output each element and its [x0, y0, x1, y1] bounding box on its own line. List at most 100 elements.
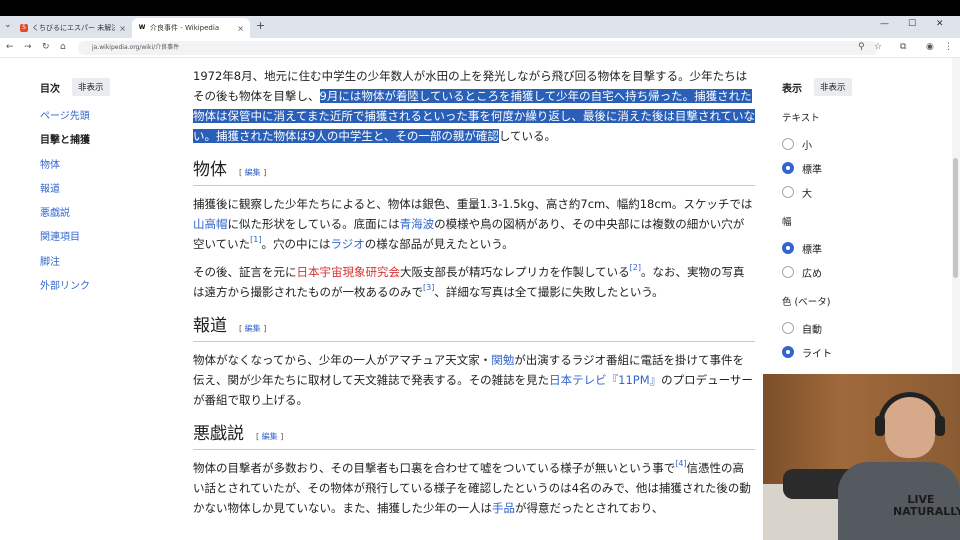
- back-icon[interactable]: ←: [6, 42, 14, 52]
- table-of-contents: 目次 非表示 ページ先頭 目撃と捕獲 物体 報道 悪戯説 関連項目 脚注 外部リ…: [40, 78, 170, 304]
- toc-item-report[interactable]: 報道: [40, 183, 170, 207]
- link-11pm[interactable]: 『11PM』: [607, 373, 662, 387]
- forward-icon[interactable]: →: [24, 42, 32, 52]
- browser-toolbar: ← → ↻ ⌂ ja.wikipedia.org/wiki/介良事件 ⚲ ☆ ⧉…: [0, 38, 960, 58]
- scrollbar-thumb[interactable]: [953, 158, 958, 278]
- color-light[interactable]: ライト: [782, 340, 902, 364]
- tab-2-title: 介良事件 - Wikipedia: [150, 24, 220, 32]
- appearance-panel: 表示 非表示 テキスト 小 標準 大 幅 標準 広め 色 (ベータ) 自動 ライ…: [782, 78, 902, 364]
- radio-checked-icon[interactable]: [782, 162, 794, 174]
- article-body: 1972年8月、地元に住む中学生の少年数人が水田の上を発光しながら飛び回る物体を…: [193, 66, 755, 526]
- width-label: 幅: [782, 217, 792, 228]
- toc-item-top[interactable]: ページ先頭: [40, 110, 170, 134]
- text: 、詳細な写真は全て撮影に失敗したという。: [434, 285, 664, 299]
- shirt-print: LIVE NATURALLY: [893, 493, 960, 518]
- edit-link[interactable]: [ 編集 ]: [239, 319, 266, 339]
- text: している。: [498, 129, 557, 143]
- radio-icon[interactable]: [782, 266, 794, 278]
- appearance-title: 表示: [782, 83, 802, 95]
- radio-checked-icon[interactable]: [782, 346, 794, 358]
- text-size-small[interactable]: 小: [782, 132, 902, 156]
- tab-strip: ⌄ 5 くちびるにエスパー 未解決事件ファイル × W 介良事件 - Wikip…: [0, 16, 960, 38]
- address-bar[interactable]: ja.wikipedia.org/wiki/介良事件: [78, 41, 878, 55]
- appearance-hide-button[interactable]: 非表示: [814, 78, 852, 96]
- link-aomi[interactable]: 青海波: [400, 217, 435, 231]
- text-size-large[interactable]: 大: [782, 180, 902, 204]
- link-jsps[interactable]: 日本宇宙現象研究会: [297, 265, 401, 279]
- toc-item-related[interactable]: 関連項目: [40, 231, 170, 255]
- window-close-icon[interactable]: ✕: [936, 19, 944, 29]
- edit-link[interactable]: [ 編集 ]: [256, 427, 283, 447]
- ref-4[interactable]: [4]: [675, 459, 686, 468]
- text: 大阪支部長が精巧なレプリカを作製している: [400, 265, 630, 279]
- edit-link[interactable]: [ 編集 ]: [239, 163, 266, 183]
- zoom-icon[interactable]: ⚲: [858, 42, 865, 52]
- toc-hide-button[interactable]: 非表示: [72, 78, 110, 96]
- paragraph-object-1: 捕獲後に観察した少年たちによると、物体は銀色、重量1.3-1.5kg、高さ約7c…: [193, 194, 755, 254]
- tab-list-icon[interactable]: ⌄: [4, 20, 12, 30]
- width-wide[interactable]: 広め: [782, 260, 902, 284]
- tab-1[interactable]: 5 くちびるにエスパー 未解決事件ファイル ×: [14, 18, 132, 38]
- toc-item-hoax[interactable]: 悪戯説: [40, 207, 170, 231]
- minimize-icon[interactable]: —: [880, 19, 889, 29]
- paragraph-object-2: その後、証言を元に日本宇宙現象研究会大阪支部長が精巧なレプリカを作製している[2…: [193, 262, 755, 302]
- link-radio[interactable]: ラジオ: [331, 237, 365, 251]
- wikipedia-favicon-icon: W: [138, 24, 146, 32]
- edit-label[interactable]: 編集: [262, 432, 278, 441]
- radio-icon[interactable]: [782, 138, 794, 150]
- close-icon[interactable]: ×: [119, 24, 126, 33]
- home-icon[interactable]: ⌂: [60, 42, 66, 52]
- menu-icon[interactable]: ⋮: [944, 42, 953, 52]
- color-label: 色 (ベータ): [782, 297, 831, 308]
- headphone-cup-left: [875, 416, 885, 436]
- heading-text: 報道: [193, 316, 227, 336]
- paragraph-sighting: 1972年8月、地元に住む中学生の少年数人が水田の上を発光しながら飛び回る物体を…: [193, 66, 755, 146]
- toc-title: 目次: [40, 83, 60, 95]
- text-size-standard[interactable]: 標準: [782, 156, 902, 180]
- bookmark-star-icon[interactable]: ☆: [874, 42, 882, 52]
- ref-2[interactable]: [2]: [630, 263, 641, 272]
- toc-item-external[interactable]: 外部リンク: [40, 280, 170, 304]
- webcam-overlay: LIVE NATURALLY: [763, 374, 960, 540]
- new-tab-icon[interactable]: +: [256, 19, 265, 32]
- radio-icon[interactable]: [782, 186, 794, 198]
- option-label: 標準: [802, 164, 822, 176]
- edit-label[interactable]: 編集: [245, 324, 261, 333]
- toc-item-sighting[interactable]: 目撃と捕獲: [40, 134, 170, 158]
- option-label: 広め: [802, 268, 822, 280]
- headphone-cup-right: [935, 416, 945, 436]
- link-yamataka[interactable]: 山高帽: [193, 217, 228, 231]
- link-tejina[interactable]: 手品: [492, 501, 515, 515]
- tab-2-active[interactable]: W 介良事件 - Wikipedia ×: [132, 18, 250, 38]
- text: の様な部品が見えたという。: [364, 237, 514, 251]
- text: その後、証言を元に: [193, 265, 297, 279]
- link-ntv[interactable]: 日本テレビ: [549, 373, 607, 387]
- text: 捕獲後に観察した少年たちによると、物体は銀色、重量1.3-1.5kg、高さ約7c…: [193, 197, 753, 211]
- width-standard[interactable]: 標準: [782, 236, 902, 260]
- section-heading-report: 報道 [ 編集 ]: [193, 316, 755, 342]
- radio-icon[interactable]: [782, 322, 794, 334]
- text-size-label: テキスト: [782, 113, 820, 124]
- reload-icon[interactable]: ↻: [42, 42, 50, 52]
- close-icon[interactable]: ×: [237, 24, 244, 33]
- toc-item-object[interactable]: 物体: [40, 159, 170, 183]
- radio-checked-icon[interactable]: [782, 242, 794, 254]
- text: に似た形状をしている。底面には: [227, 217, 400, 231]
- paragraph-hoax: 物体の目撃者が多数おり、その目撃者も口裏を合わせて嘘をついている様子が無いという…: [193, 458, 755, 518]
- extensions-icon[interactable]: ⧉: [900, 42, 906, 52]
- section-heading-hoax: 悪戯説 [ 編集 ]: [193, 424, 755, 450]
- toc-item-notes[interactable]: 脚注: [40, 256, 170, 280]
- maximize-icon[interactable]: ☐: [908, 19, 916, 29]
- heading-text: 物体: [193, 160, 227, 180]
- heading-text: 悪戯説: [193, 424, 244, 444]
- option-label: 標準: [802, 244, 822, 256]
- screen-top-bar: [0, 0, 960, 16]
- link-seki[interactable]: 関勉: [491, 353, 514, 367]
- option-label: ライト: [802, 348, 832, 360]
- edit-label[interactable]: 編集: [245, 168, 261, 177]
- text: が得意だったとされており、: [515, 501, 664, 515]
- ref-1[interactable]: [1]: [250, 235, 261, 244]
- ref-3[interactable]: [3]: [423, 283, 434, 292]
- profile-icon[interactable]: ◉: [926, 42, 934, 52]
- color-auto[interactable]: 自動: [782, 316, 902, 340]
